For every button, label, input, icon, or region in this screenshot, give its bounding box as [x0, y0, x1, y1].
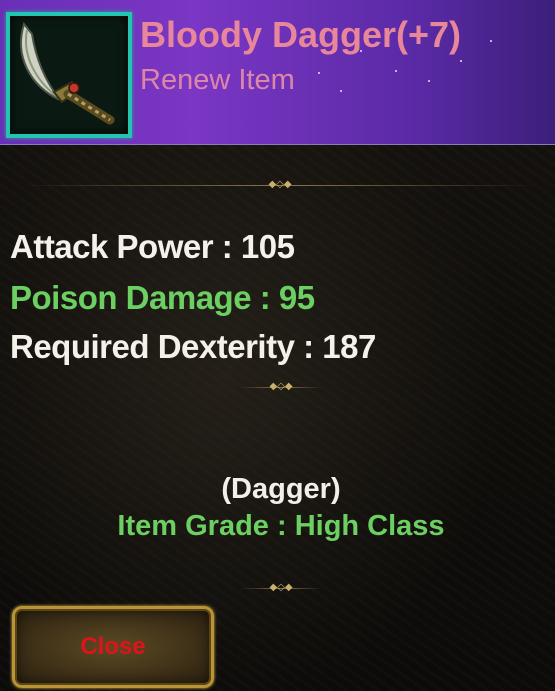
divider-top: ◆◇◆ [20, 180, 540, 192]
item-header: Bloody Dagger(+7) Renew Item [0, 0, 555, 145]
item-type: (Dagger) [221, 473, 341, 505]
curved-dagger-icon [6, 12, 132, 138]
close-button[interactable]: Close [12, 606, 214, 688]
item-grade: Item Grade : High Class [117, 510, 445, 542]
item-name: Bloody Dagger(+7) [140, 14, 462, 55]
item-tooltip: Bloody Dagger(+7) Renew Item ◆◇◆ Attack … [0, 0, 555, 691]
stat-required-dexterity: Required Dexterity : 187 [10, 328, 376, 365]
close-button-label: Close [80, 633, 146, 660]
divider-bottom: ◆◇◆ [240, 583, 322, 595]
stat-poison-damage: Poison Damage : 95 [10, 279, 315, 316]
item-subtitle: Renew Item [140, 64, 295, 96]
divider-middle: ◆◇◆ [240, 382, 322, 394]
stat-attack-power: Attack Power : 105 [10, 228, 295, 265]
